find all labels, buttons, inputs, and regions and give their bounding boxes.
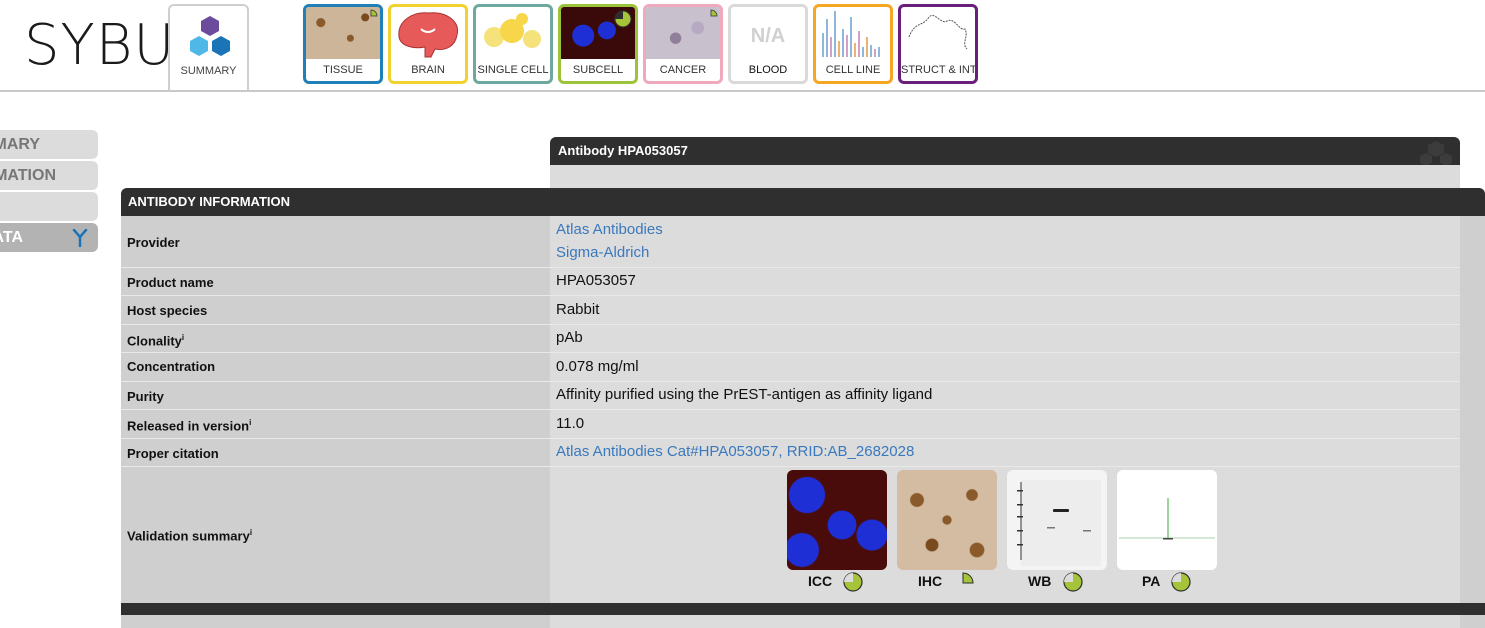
ihc-pie-icon	[962, 572, 974, 584]
tab-cancer-label: CANCER	[659, 64, 707, 76]
top-navigation: SYBU SUMMARY TISSUE BRAIN SINGLE CELL SU…	[0, 0, 1485, 92]
row-purity: Purity Affinity purified using the PrEST…	[121, 382, 1460, 410]
tab-struct-int-label: STRUCT & INT	[901, 64, 975, 76]
tab-summary[interactable]: SUMMARY	[168, 4, 249, 92]
side-menu-information[interactable]: MATION	[0, 161, 98, 190]
tab-blood-label: BLOOD	[748, 64, 788, 76]
purity-label: Purity	[127, 389, 164, 404]
western-blot-image	[1017, 480, 1101, 566]
provider-link-atlas[interactable]: Atlas Antibodies	[556, 221, 663, 238]
ihc-label: IHC	[918, 573, 943, 589]
row-concentration: Concentration 0.078 mg/ml	[121, 353, 1460, 382]
side-menu-item-3[interactable]	[0, 192, 98, 221]
wb-label: WB	[1028, 573, 1052, 589]
pa-pie-icon	[1171, 572, 1191, 592]
tab-subcell[interactable]: SUBCELL	[558, 4, 638, 84]
validation-label: Validation summary	[127, 528, 250, 544]
row-provider: Provider Atlas Antibodies Sigma-Aldrich	[121, 216, 1460, 268]
provider-atlas-antibodies-link[interactable]: Atlas Antibodies	[556, 221, 663, 238]
clonality-info-marker[interactable]: i	[182, 333, 184, 342]
tab-summary-label: SUMMARY	[180, 65, 237, 77]
provider-sigma-aldrich-link[interactable]: Sigma-Aldrich	[556, 244, 649, 261]
tissue-score-pie-icon	[370, 9, 378, 17]
tab-tissue[interactable]: TISSUE	[303, 4, 383, 84]
cancer-score-pie-icon	[710, 9, 718, 17]
single-cell-umap-icon	[484, 13, 541, 48]
side-menu-antibody-data[interactable]: ATA	[0, 223, 98, 252]
pa-label: PA	[1142, 573, 1161, 589]
clonality-label-wrap: Clonalityi	[127, 333, 184, 348]
side-menu-information-label: MATION	[0, 167, 56, 184]
side-menu-summary-label: MARY	[0, 136, 40, 153]
antibody-panel: Antibody HPA053057	[550, 137, 1460, 188]
next-section-header	[121, 603, 1485, 615]
clonality-label: Clonality	[127, 333, 182, 349]
tab-blood[interactable]: N/A BLOOD	[728, 4, 808, 84]
antibody-icon	[72, 229, 88, 247]
row-citation: Proper citation Atlas Antibodies Cat#HPA…	[121, 439, 1460, 467]
brain-icon	[398, 12, 459, 58]
product-name-label: Product name	[127, 275, 214, 290]
citation-link[interactable]: Atlas Antibodies Cat#HPA053057, RRID:AB_…	[556, 443, 914, 460]
released-label-wrap: Released in versioni	[127, 418, 251, 433]
icc-label: ICC	[808, 573, 833, 589]
tab-brain[interactable]: BRAIN	[388, 4, 468, 84]
host-species-label: Host species	[127, 303, 208, 318]
row-host-species: Host species Rabbit	[121, 296, 1460, 325]
released-value: 11.0	[556, 415, 585, 432]
info-right-gutter	[1460, 216, 1485, 628]
wb-thumbnail[interactable]	[1007, 470, 1107, 570]
row-released: Released in versioni 11.0	[121, 410, 1460, 439]
citation-label: Proper citation	[127, 446, 219, 461]
pa-thumbnail[interactable]	[1117, 470, 1217, 570]
purity-value: Affinity purified using the PrEST-antige…	[556, 386, 933, 403]
summary-hexagons-icon	[190, 16, 230, 56]
antibody-title: Antibody HPA053057	[550, 137, 1460, 165]
icc-pie-icon	[843, 572, 863, 592]
concentration-label: Concentration	[127, 359, 216, 374]
blood-not-available: N/A	[750, 25, 786, 47]
tab-brain-label: BRAIN	[411, 64, 445, 76]
site-logo[interactable]: SYBU	[24, 14, 175, 78]
antibody-information-section: ANTIBODY INFORMATION Provider Atlas Anti…	[121, 188, 1485, 628]
tab-struct-int[interactable]: STRUCT & INT	[898, 4, 978, 84]
header-divider	[0, 90, 1485, 92]
wb-pie-icon	[1063, 572, 1083, 592]
side-menu: MARY MATION ATA	[0, 130, 98, 254]
product-name-value: HPA053057	[556, 272, 636, 289]
provider-link-sigma[interactable]: Sigma-Aldrich	[556, 244, 649, 261]
tab-cell-line[interactable]: CELL LINE	[813, 4, 893, 84]
icc-thumbnail[interactable]	[787, 470, 887, 570]
row-product-name: Product name HPA053057	[121, 268, 1460, 296]
side-menu-summary[interactable]: MARY	[0, 130, 98, 159]
host-species-value: Rabbit	[556, 301, 600, 318]
tab-single-cell-label: SINGLE CELL	[477, 64, 549, 76]
ihc-thumbnail[interactable]	[897, 470, 997, 570]
released-label: Released in version	[127, 418, 250, 434]
tab-cell-line-label: CELL LINE	[825, 64, 881, 76]
tab-subcell-label: SUBCELL	[572, 64, 624, 76]
cell-line-bars-icon	[822, 11, 880, 57]
protein-array-plot	[1119, 498, 1215, 540]
subcell-score-pie-icon	[614, 10, 632, 28]
concentration-value: 0.078 mg/ml	[556, 358, 639, 375]
validation-label-wrap: Validation summaryi	[127, 528, 252, 543]
tab-tissue-label: TISSUE	[323, 64, 363, 76]
released-info-marker[interactable]: i	[249, 418, 251, 427]
validation-info-marker[interactable]: i	[250, 528, 252, 537]
citation-link-wrap[interactable]: Atlas Antibodies Cat#HPA053057, RRID:AB_…	[556, 443, 914, 460]
provider-label: Provider	[127, 235, 180, 250]
side-menu-antibody-data-label: ATA	[0, 229, 23, 246]
tab-single-cell[interactable]: SINGLE CELL	[473, 4, 553, 84]
protein-structure-icon	[908, 15, 968, 50]
row-clonality: Clonalityi pAb	[121, 325, 1460, 353]
antibody-information-heading: ANTIBODY INFORMATION	[121, 188, 1485, 216]
clonality-value: pAb	[556, 329, 583, 346]
hexagon-pattern-icon	[1420, 141, 1452, 165]
tab-cancer[interactable]: CANCER	[643, 4, 723, 84]
